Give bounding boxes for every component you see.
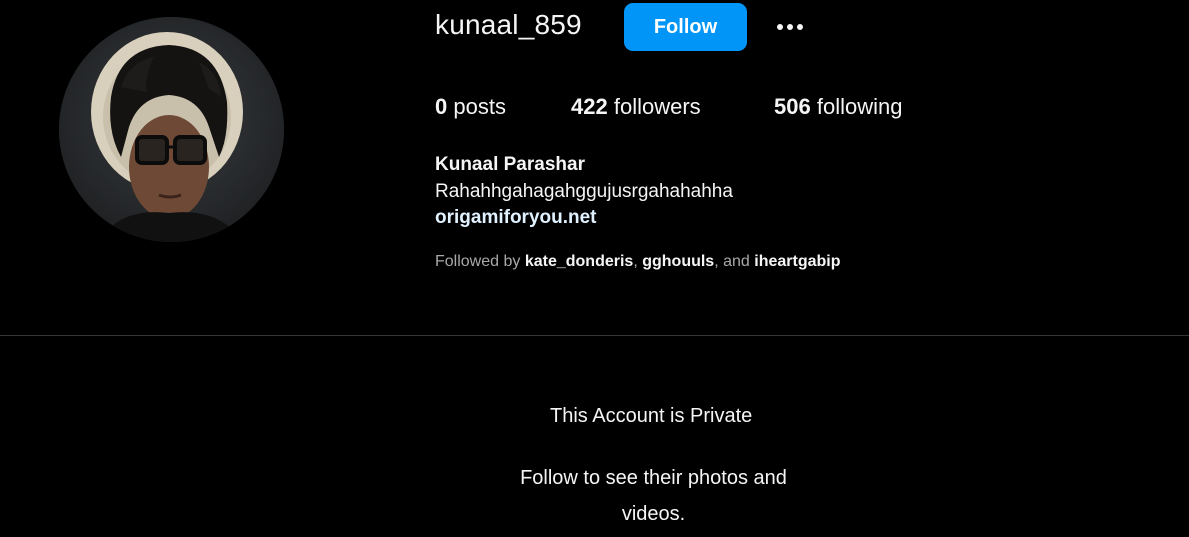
posts-label: posts (453, 94, 506, 119)
profile-avatar[interactable] (59, 17, 284, 242)
more-options-button[interactable] (771, 14, 809, 40)
profile-bio-text: Rahahhgahagahggujusrgahahahha (435, 181, 733, 202)
profile-page: kunaal_859 Follow 0 posts 422 followers … (0, 0, 1189, 537)
followers-label: followers (613, 94, 701, 119)
more-dot-icon (787, 24, 793, 30)
followed-by-user[interactable]: gghouuls (642, 253, 714, 270)
followed-by-line[interactable]: Followed by kate_donderis, gghouuls, and… (435, 253, 841, 271)
following-count: 506 (774, 94, 811, 119)
followers-count: 422 (571, 94, 608, 119)
section-divider (0, 335, 1189, 336)
profile-username: kunaal_859 (435, 9, 582, 40)
stat-following[interactable]: 506 following (774, 94, 902, 120)
profile-full-name: Kunaal Parashar (435, 154, 585, 175)
followed-by-user[interactable]: kate_donderis (525, 253, 633, 270)
followed-by-separator: , (633, 253, 638, 270)
more-dot-icon (797, 24, 803, 30)
posts-count: 0 (435, 94, 448, 119)
private-account-title: This Account is Private (550, 405, 753, 427)
private-account-subtitle: Follow to see their photos and videos. (520, 467, 787, 525)
avatar-image (59, 17, 284, 242)
stat-followers[interactable]: 422 followers (571, 94, 701, 120)
follow-button[interactable]: Follow (624, 3, 747, 51)
followed-by-conjunction: and (723, 253, 750, 270)
followed-by-prefix: Followed by (435, 253, 521, 270)
following-label: following (816, 94, 903, 119)
stat-posts: 0 posts (435, 94, 506, 120)
followed-by-user[interactable]: iheartgabip (754, 253, 840, 270)
more-dot-icon (777, 24, 783, 30)
profile-bio-link[interactable]: origamiforyou.net (435, 207, 597, 229)
followed-by-separator: , (714, 253, 719, 270)
